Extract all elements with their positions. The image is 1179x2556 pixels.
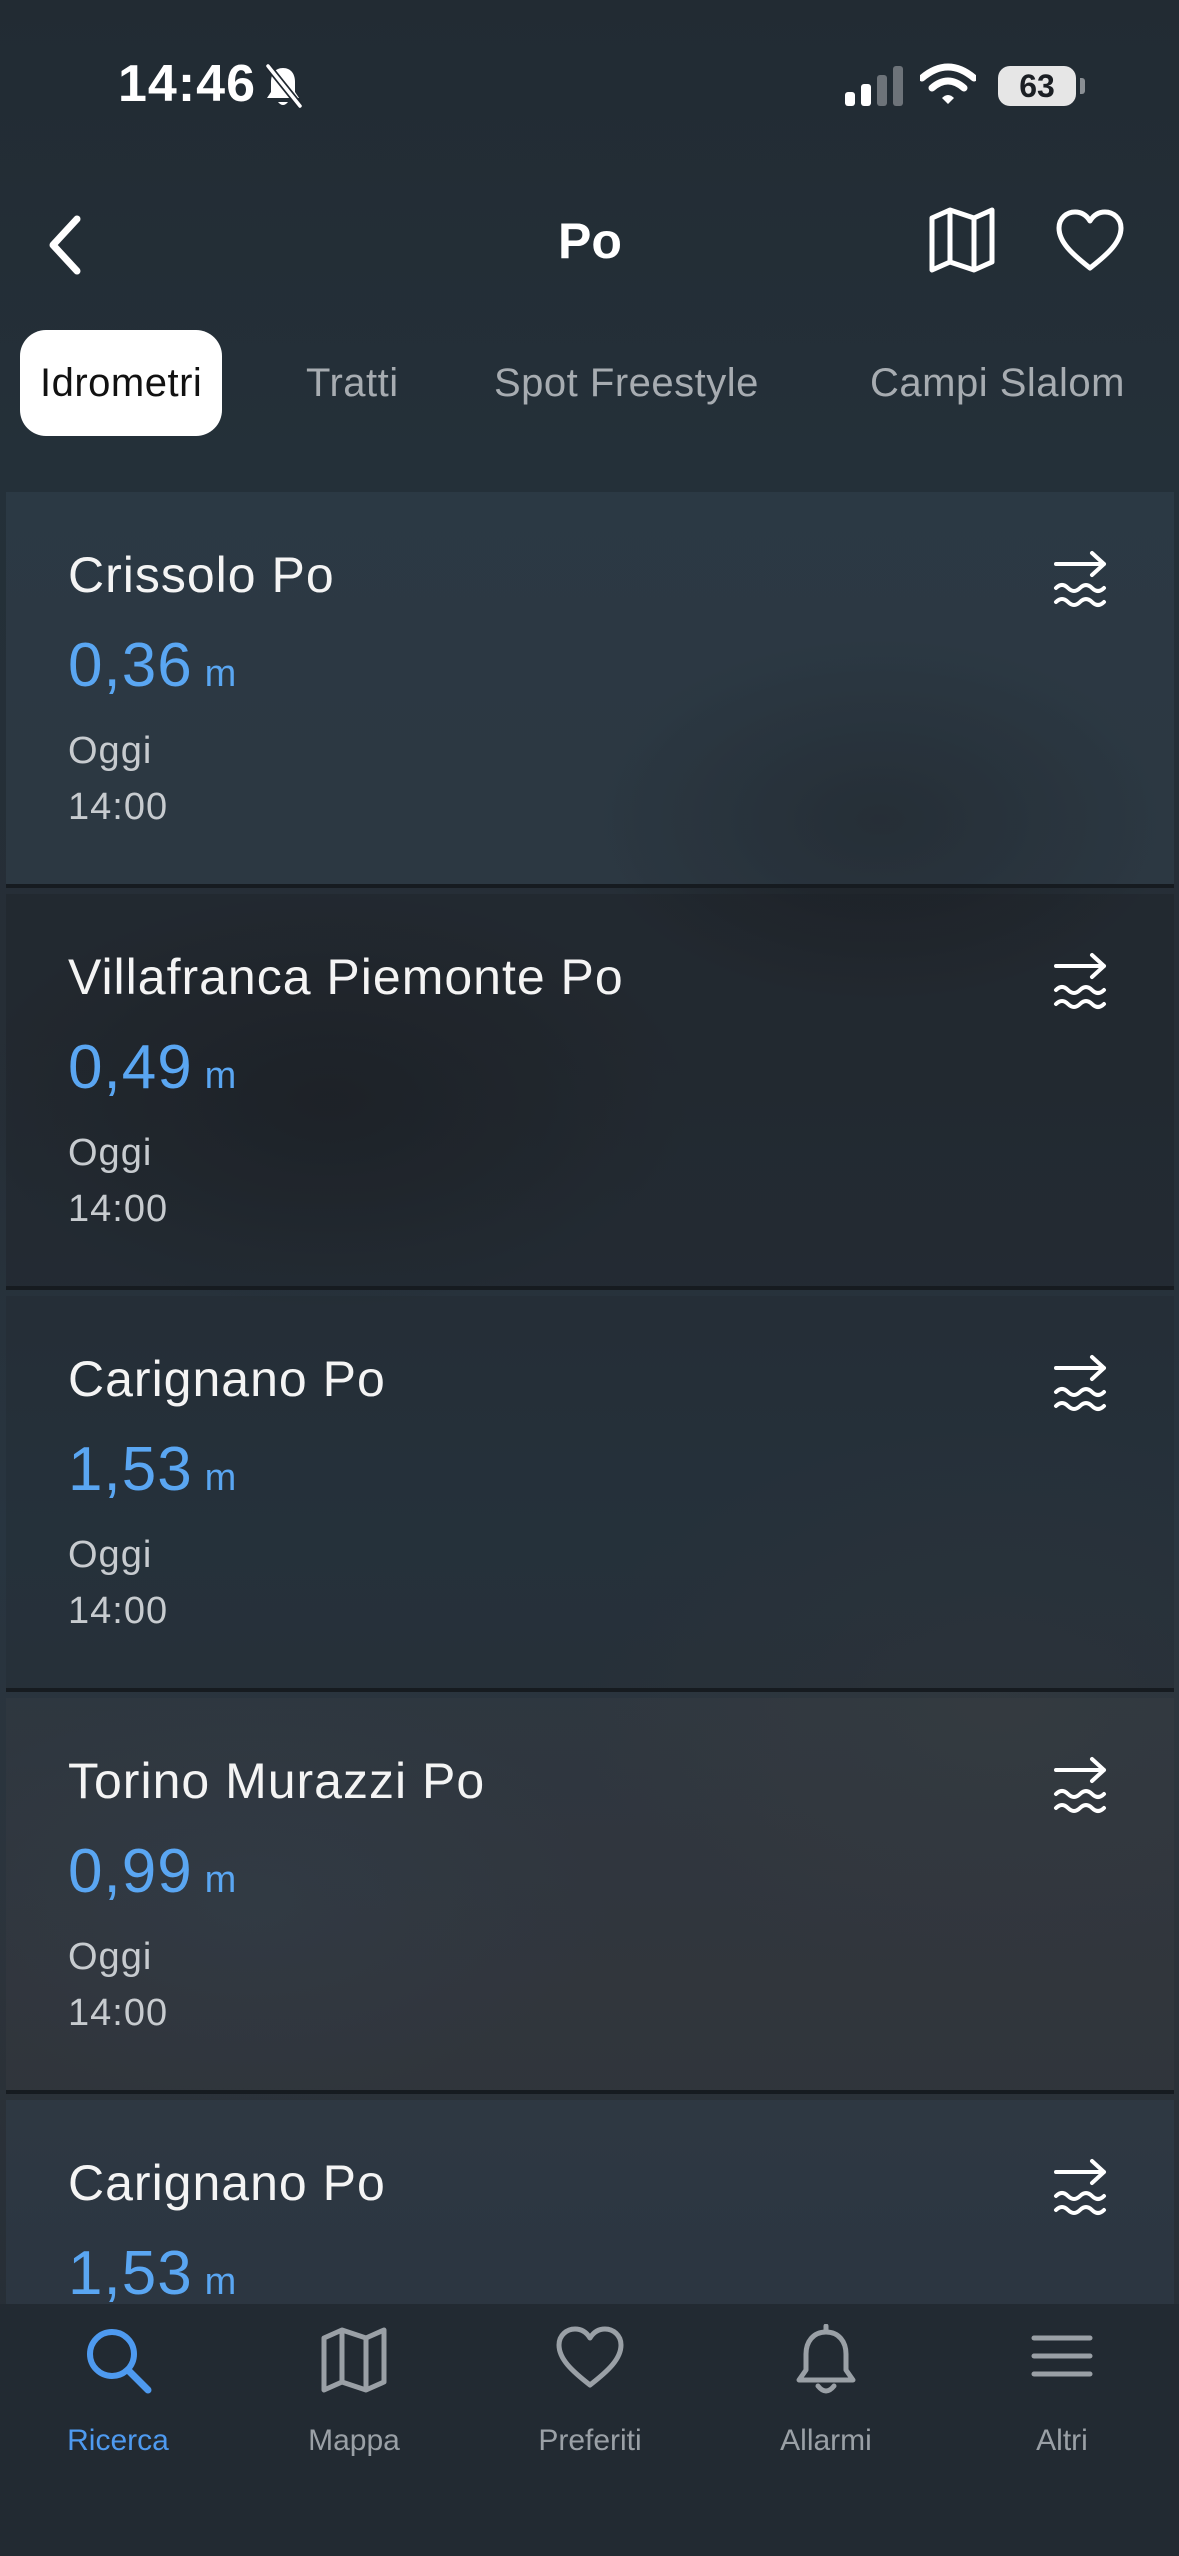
category-tabs: Idrometri Tratti Spot Freestyle Campi Sl… [0,330,1179,436]
station-level: 0,36 m [68,630,236,701]
level-value: 0,99 [68,1837,193,1906]
cellular-signal-icon [845,66,905,111]
map-button[interactable] [926,204,998,281]
level-unit: m [204,1859,237,1901]
status-time: 14:46 [118,55,256,113]
map-icon [929,207,995,273]
bell-icon [708,2324,944,2400]
heart-icon [472,2324,708,2400]
station-card[interactable]: Villafranca Piemonte Po 0,49 m Oggi 14:00 [6,894,1174,1290]
tabbar-item-allarmi[interactable]: Allarmi [708,2304,944,2484]
reading-time: 14:00 [68,1188,169,1230]
tab-tratti[interactable]: Tratti [306,330,399,436]
tabbar-label: Altri [1036,2424,1088,2457]
battery-tip [1080,78,1085,94]
tab-campi-slalom[interactable]: Campi Slalom [870,330,1125,436]
search-icon [0,2324,236,2400]
reading-time: 14:00 [68,1992,169,2034]
level-value: 0,36 [68,631,193,700]
menu-icon [944,2324,1179,2400]
station-name: Carignano Po [68,1351,386,1407]
station-card[interactable]: Torino Murazzi Po 0,99 m Oggi 14:00 [6,1698,1174,2094]
battery-indicator: 63 [998,66,1076,106]
tab-idrometri[interactable]: Idrometri [20,330,223,436]
station-level: 0,49 m [68,1032,236,1103]
station-name: Carignano Po [68,2155,386,2211]
tabbar-label: Allarmi [780,2424,872,2457]
tabbar-item-preferiti[interactable]: Preferiti [472,2304,708,2484]
tabbar-label: Ricerca [67,2424,169,2457]
reading-day: Oggi [68,1534,153,1576]
reading-time: 14:00 [68,1590,169,1632]
station-name: Villafranca Piemonte Po [68,949,624,1005]
level-unit: m [204,2261,237,2303]
tabbar-item-altri[interactable]: Altri [944,2304,1179,2484]
river-flow-icon [1052,952,1110,1019]
level-value: 0,49 [68,1033,193,1102]
station-card[interactable]: Carignano Po 1,53 m [6,2100,1174,2304]
tabbar-label: Mappa [308,2424,400,2457]
chevron-left-icon [49,215,81,275]
back-button[interactable] [30,200,100,290]
river-flow-icon [1052,1756,1110,1823]
station-name: Torino Murazzi Po [68,1753,486,1809]
page-title: Po [558,213,622,269]
river-flow-icon [1052,1354,1110,1421]
map-icon [236,2324,472,2400]
station-level: 0,99 m [68,1836,236,1907]
level-unit: m [204,1457,237,1499]
river-flow-icon [1052,550,1110,617]
tabbar-label: Preferiti [538,2424,642,2457]
level-unit: m [204,1055,237,1097]
bell-off-icon [262,62,304,115]
reading-day: Oggi [68,1132,153,1174]
favorite-button[interactable] [1054,208,1126,279]
reading-day: Oggi [68,1936,153,1978]
station-level: 1,53 m [68,2238,236,2304]
station-name: Crissolo Po [68,547,335,603]
bottom-tab-bar: Ricerca Mappa Preferiti Allarmi Altri [0,2304,1179,2556]
level-value: 1,53 [68,2239,193,2304]
level-value: 1,53 [68,1435,193,1504]
station-card[interactable]: Crissolo Po 0,36 m Oggi 14:00 [6,492,1174,888]
level-unit: m [204,653,237,695]
station-card[interactable]: Carignano Po 1,53 m Oggi 14:00 [6,1296,1174,1692]
reading-day: Oggi [68,730,153,772]
station-list: Crissolo Po 0,36 m Oggi 14:00 Villafranca… [6,492,1174,2304]
wifi-icon [918,62,978,111]
tab-spot-freestyle[interactable]: Spot Freestyle [494,330,759,436]
river-flow-icon [1052,2158,1110,2225]
heart-icon [1056,209,1124,271]
station-level: 1,53 m [68,1434,236,1505]
status-bar: 14:46 63 [0,0,1179,170]
tabbar-item-ricerca[interactable]: Ricerca [0,2304,236,2484]
tabbar-item-mappa[interactable]: Mappa [236,2304,472,2484]
reading-time: 14:00 [68,786,169,828]
